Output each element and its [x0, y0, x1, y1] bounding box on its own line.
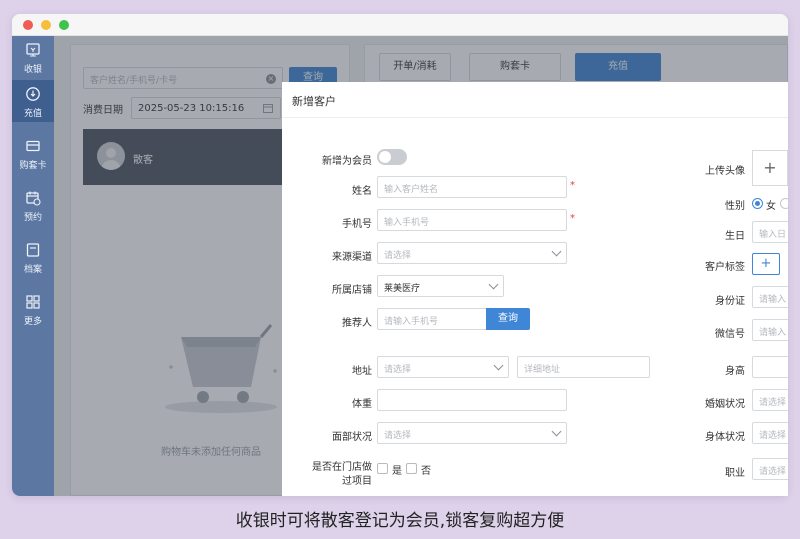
- project-yes-checkbox[interactable]: [377, 463, 388, 474]
- member-label: 新增为会员: [322, 156, 372, 167]
- title-bar: [12, 14, 788, 36]
- face-select-value: 请选择: [384, 431, 412, 441]
- gender-female-label: 女: [766, 201, 776, 212]
- required-mark: *: [570, 213, 575, 224]
- source-select[interactable]: 请选择: [377, 242, 567, 264]
- sidebar-item-card[interactable]: 购套卡: [12, 132, 54, 174]
- sidebar-item-label: 收银: [23, 65, 42, 75]
- project-no-checkbox[interactable]: [406, 463, 417, 474]
- birthday-input[interactable]: 输入日: [752, 221, 788, 243]
- required-mark: *: [570, 180, 575, 191]
- sidebar-item-archive[interactable]: 档案: [12, 236, 54, 278]
- new-customer-dialog: 新增客户 新增为会员 姓名 输入客户姓名 * 手机号 输入手机号 * 来源渠道 …: [282, 82, 788, 496]
- project-label-line2: 过项目: [342, 476, 372, 487]
- body-select[interactable]: 请选择: [752, 422, 788, 444]
- gender-label: 性别: [725, 201, 745, 212]
- store-select[interactable]: 莱美医疗: [377, 275, 504, 297]
- store-label: 所属店铺: [332, 285, 372, 296]
- gender-female-radio[interactable]: [752, 198, 763, 209]
- marital-label: 婚姻状况: [705, 399, 745, 410]
- sidebar-item-more[interactable]: 更多: [12, 288, 54, 330]
- project-label-line1: 是否在门店做: [312, 462, 372, 473]
- project-yes-label: 是: [392, 466, 402, 477]
- referrer-query-button[interactable]: 查询: [486, 308, 530, 330]
- source-label: 来源渠道: [332, 252, 372, 263]
- maximize-window-button[interactable]: [59, 20, 69, 30]
- weight-label: 体重: [352, 399, 372, 410]
- address-select-value: 请选择: [384, 365, 412, 375]
- wechat-label: 微信号: [715, 329, 745, 340]
- birthday-label: 生日: [725, 231, 745, 242]
- sidebar-item-recharge[interactable]: 充值: [12, 80, 54, 122]
- radio-dot: [755, 201, 760, 206]
- face-label: 面部状况: [332, 432, 372, 443]
- weight-input[interactable]: [377, 389, 567, 411]
- toggle-knob: [379, 151, 391, 163]
- member-toggle[interactable]: [377, 149, 407, 165]
- dialog-title: 新增客户: [282, 82, 788, 118]
- sidebar-item-cashier[interactable]: 收银: [12, 36, 54, 78]
- referrer-input[interactable]: 请输入手机号: [377, 308, 487, 330]
- job-select[interactable]: 请选择: [752, 458, 788, 480]
- job-label: 职业: [725, 468, 745, 479]
- face-select[interactable]: 请选择: [377, 422, 567, 444]
- tags-label: 客户标签: [705, 262, 745, 273]
- caption-text: 收银时可将散客登记为会员,锁客复购超方便: [235, 511, 565, 531]
- address-label: 地址: [352, 366, 372, 377]
- address-select[interactable]: 请选择: [377, 356, 509, 378]
- avatar-upload-button[interactable]: +: [752, 150, 788, 186]
- grid-icon: [26, 295, 40, 309]
- sidebar-item-appointment[interactable]: 预约: [12, 184, 54, 226]
- calendar-clock-icon: [26, 191, 41, 206]
- avatar-upload-label: 上传头像: [705, 166, 745, 177]
- id-label: 身份证: [715, 296, 745, 307]
- address-detail-input[interactable]: 详细地址: [517, 356, 650, 378]
- cashier-icon: [26, 43, 40, 57]
- source-select-value: 请选择: [384, 251, 412, 261]
- chevron-down-icon: [493, 360, 504, 371]
- chevron-down-icon: [551, 246, 562, 257]
- height-label: 身高: [725, 366, 745, 377]
- sidebar: 收银 充值 购套卡 预约 档案 更多: [12, 36, 54, 496]
- height-input[interactable]: [752, 356, 788, 378]
- close-window-button[interactable]: [23, 20, 33, 30]
- marital-select[interactable]: 请选择: [752, 389, 788, 411]
- store-select-value: 莱美医疗: [384, 284, 421, 294]
- chevron-down-icon: [551, 426, 562, 437]
- sidebar-item-label: 购套卡: [19, 161, 47, 171]
- sidebar-item-label: 档案: [23, 265, 42, 275]
- phone-input[interactable]: 输入手机号: [377, 209, 567, 231]
- name-label: 姓名: [352, 186, 372, 197]
- name-input[interactable]: 输入客户姓名: [377, 176, 567, 198]
- card-icon: [26, 140, 40, 152]
- recharge-icon: [26, 87, 40, 101]
- gender-male-radio[interactable]: [780, 198, 788, 209]
- phone-label: 手机号: [342, 219, 372, 230]
- id-input[interactable]: 请输入: [752, 286, 788, 308]
- add-tag-button[interactable]: +: [752, 253, 780, 275]
- sidebar-item-label: 充值: [23, 109, 42, 119]
- minimize-window-button[interactable]: [41, 20, 51, 30]
- project-no-label: 否: [421, 466, 431, 477]
- wechat-input[interactable]: 请输入: [752, 319, 788, 341]
- sidebar-item-label: 预约: [23, 213, 42, 223]
- referrer-label: 推荐人: [342, 318, 372, 329]
- archive-icon: [26, 243, 40, 257]
- body-label: 身体状况: [705, 432, 745, 443]
- sidebar-item-label: 更多: [23, 317, 42, 327]
- chevron-down-icon: [488, 279, 499, 290]
